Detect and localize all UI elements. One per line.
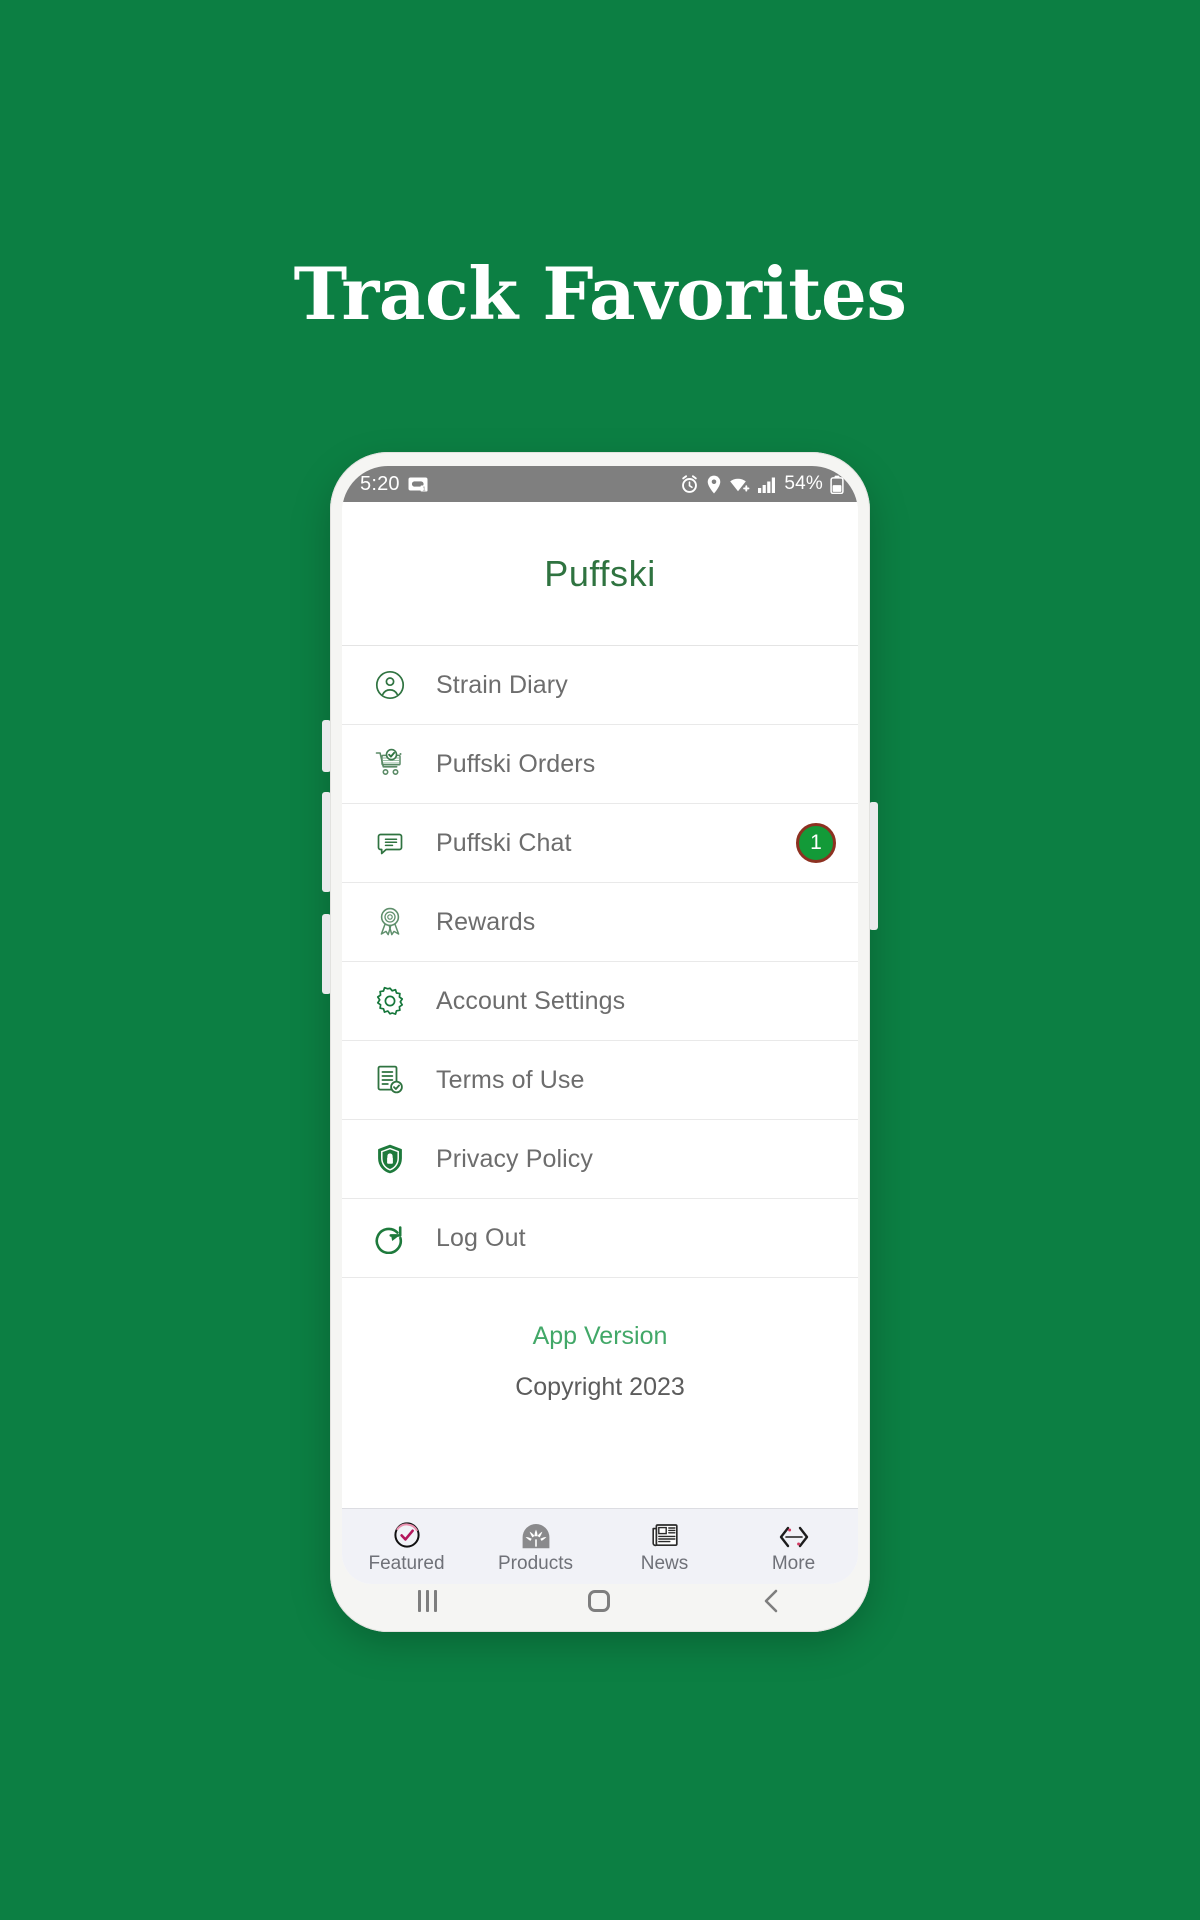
newspaper-icon (651, 1519, 679, 1549)
logout-arrow-icon (372, 1220, 408, 1256)
home-icon[interactable] (587, 1590, 610, 1612)
document-check-icon (372, 1062, 408, 1098)
status-bar: 5:20 1 54% (342, 466, 858, 502)
menu-list: Strain Diary Puffski Orders Puffski Chat… (342, 646, 858, 1278)
menu-item-label: Terms of Use (436, 1065, 585, 1094)
svg-text:1: 1 (422, 487, 425, 492)
chat-bubble-icon (372, 825, 408, 861)
status-bar-right: 54% (680, 473, 844, 495)
menu-item-label: Strain Diary (436, 670, 568, 699)
menu-item-label: Log Out (436, 1223, 526, 1252)
page-title: Track Favorites (293, 251, 907, 336)
menu-item-puffski-chat[interactable]: Puffski Chat 1 (342, 804, 858, 883)
gear-icon (372, 983, 408, 1019)
menu-item-privacy-policy[interactable]: Privacy Policy (342, 1120, 858, 1199)
battery-percent: 54% (784, 473, 823, 494)
cart-check-icon (372, 746, 408, 782)
status-bar-left: 5:20 1 (360, 473, 428, 496)
menu-item-label: Account Settings (436, 986, 626, 1015)
account-circle-icon (372, 667, 408, 703)
battery-icon (830, 475, 844, 494)
menu-item-log-out[interactable]: Log Out (342, 1199, 858, 1278)
power-button[interactable] (869, 802, 878, 930)
phone-screen: 5:20 1 54% Puffski Strain Diary Puffski … (342, 466, 858, 1584)
menu-item-label: Puffski Orders (436, 749, 596, 778)
menu-item-terms-of-use[interactable]: Terms of Use (342, 1041, 858, 1120)
android-nav-bar (342, 1570, 858, 1632)
menu-item-label: Privacy Policy (436, 1144, 593, 1173)
app-title: Puffski (544, 552, 656, 594)
recents-icon[interactable] (417, 1590, 437, 1612)
signal-icon (758, 476, 777, 493)
wifi-icon (729, 475, 751, 493)
tab-more[interactable]: More (729, 1519, 858, 1575)
shield-lock-icon (372, 1141, 408, 1177)
app-version-link[interactable]: App Version (533, 1322, 668, 1351)
location-icon (706, 475, 722, 494)
back-icon[interactable] (761, 1588, 783, 1614)
alarm-icon (680, 474, 699, 494)
menu-item-strain-diary[interactable]: Strain Diary (342, 646, 858, 725)
award-ribbon-icon (372, 904, 408, 940)
menu-item-label: Puffski Chat (436, 828, 572, 857)
status-time: 5:20 (360, 472, 400, 495)
menu-item-puffski-orders[interactable]: Puffski Orders (342, 725, 858, 804)
app-header: Puffski (342, 502, 858, 646)
app-footer: App Version Copyright 2023 (342, 1278, 858, 1508)
tab-featured[interactable]: Featured (342, 1519, 471, 1575)
cannabis-leaf-icon (521, 1519, 551, 1549)
check-circle-icon (393, 1519, 421, 1549)
chevron-left-right-icon (777, 1519, 811, 1549)
copyright-text: Copyright 2023 (515, 1373, 685, 1401)
phone-body: 5:20 1 54% Puffski Strain Diary Puffski … (330, 452, 870, 1632)
menu-item-label: Rewards (436, 907, 536, 936)
tab-news[interactable]: News (600, 1519, 729, 1575)
menu-item-rewards[interactable]: Rewards (342, 883, 858, 962)
voicemail-icon: 1 (408, 476, 428, 492)
status-badge: 1 (796, 823, 836, 863)
phone-mockup: 5:20 1 54% Puffski Strain Diary Puffski … (310, 452, 890, 1652)
tab-products[interactable]: Products (471, 1519, 600, 1575)
menu-item-account-settings[interactable]: Account Settings (342, 962, 858, 1041)
